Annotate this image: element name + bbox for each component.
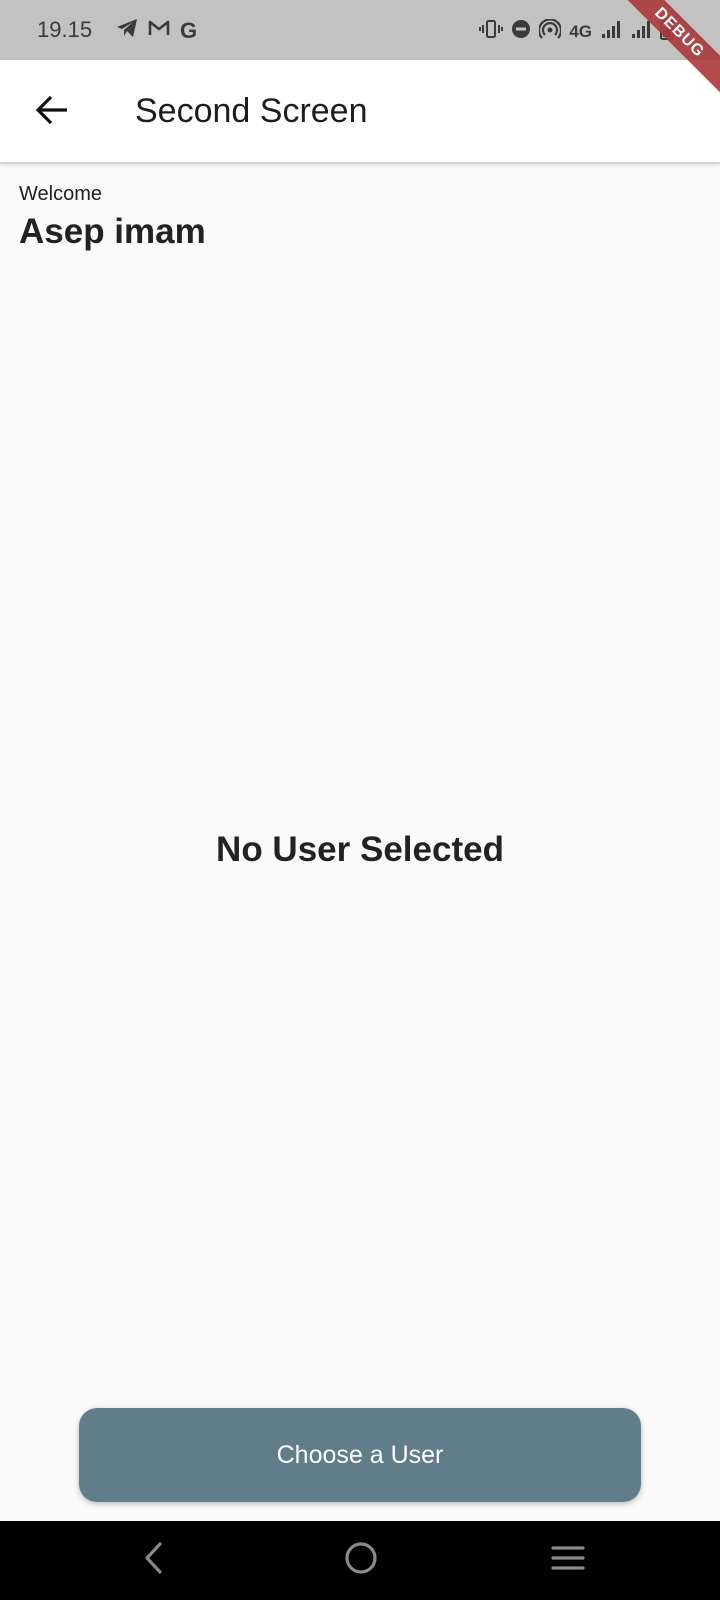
home-icon [343, 1540, 379, 1581]
gmail-icon [148, 19, 170, 42]
status-left-icons: G [116, 18, 197, 43]
welcome-label: Welcome [19, 183, 102, 205]
signal-icon [630, 19, 652, 44]
status-right-icons: 4G [479, 18, 674, 45]
back-icon [142, 1541, 166, 1580]
hotspot-icon [538, 18, 563, 44]
status-time: 19.15 [37, 17, 93, 42]
arrow-back-icon [35, 95, 69, 130]
page-title: Second Screen [135, 92, 368, 130]
selected-user-text: No User Selected [216, 830, 504, 869]
app-bar: Second Screen [0, 60, 720, 164]
signal-icon [600, 19, 622, 44]
user-name: Asep imam [19, 212, 206, 251]
do-not-disturb-icon [511, 19, 531, 44]
choose-user-button[interactable]: Choose a User [79, 1408, 641, 1502]
google-icon: G [180, 17, 198, 43]
network-type: 4G [569, 21, 592, 41]
system-nav-bar [0, 1521, 720, 1600]
telegram-icon [116, 18, 138, 43]
nav-menu-button[interactable] [538, 1535, 598, 1585]
menu-icon [550, 1543, 586, 1578]
back-button[interactable] [22, 82, 82, 142]
nav-home-button[interactable] [331, 1535, 391, 1585]
status-bar: 19.15 G 4G [0, 0, 720, 60]
vibrate-icon [479, 19, 504, 44]
nav-back-button[interactable] [124, 1535, 184, 1585]
screen: 19.15 G 4G DEBUG Second Screen Welcome A… [0, 0, 720, 1600]
